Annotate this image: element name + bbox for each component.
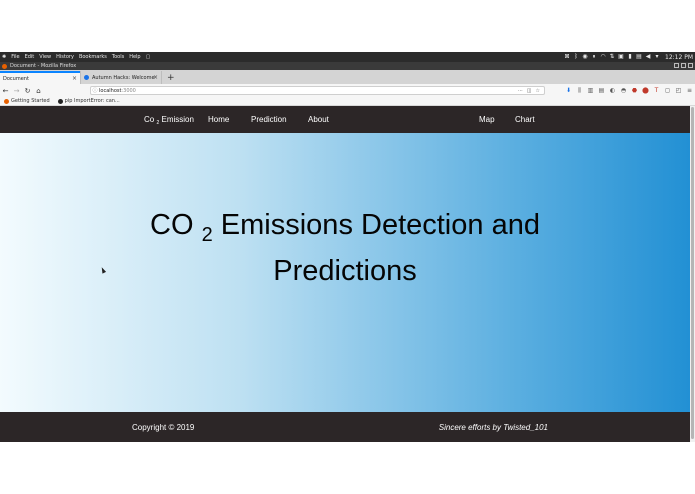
footer-copyright: Copyright © 2019 bbox=[132, 423, 195, 432]
github-icon bbox=[57, 98, 63, 104]
page-scrollbar[interactable] bbox=[690, 106, 695, 442]
firefox-icon bbox=[2, 63, 7, 69]
nav-prediction[interactable]: Prediction bbox=[251, 106, 287, 133]
menu-help[interactable]: Help bbox=[129, 54, 140, 60]
tab-strip: Document × Autumn Hacks: Welcome × + bbox=[0, 70, 695, 84]
close-icon[interactable]: × bbox=[153, 74, 158, 81]
brand-link[interactable]: Co 2 Emission bbox=[144, 106, 194, 133]
battery-icon[interactable]: ▮ bbox=[627, 54, 633, 60]
pocket-icon[interactable]: ◫ bbox=[527, 88, 532, 94]
bookmark-pip-error[interactable]: pip ImportError: can... bbox=[57, 98, 120, 104]
bookmarks-bar: Getting Started pip ImportError: can... bbox=[0, 97, 695, 106]
brand-prefix: Co bbox=[144, 115, 155, 124]
window-title: Document - Mozilla Firefox bbox=[10, 63, 77, 69]
close-icon[interactable]: × bbox=[72, 75, 77, 82]
back-icon[interactable]: ← bbox=[0, 87, 11, 95]
volume-icon[interactable]: ◀ bbox=[645, 54, 651, 60]
url-actions: ··· ◫ ☆ bbox=[514, 88, 540, 94]
bluetooth-icon[interactable]: ᛒ bbox=[573, 54, 579, 60]
globe-icon bbox=[84, 75, 89, 80]
menu-history[interactable]: History bbox=[56, 54, 74, 60]
sidebar-icon[interactable]: ▥ bbox=[587, 87, 594, 94]
nav-home[interactable]: Home bbox=[208, 106, 229, 133]
wifi-icon[interactable]: ◠ bbox=[600, 54, 606, 60]
reader-icon[interactable]: ▤ bbox=[598, 87, 605, 94]
toolbar-extensions: ⬇ ⫼ ▥ ▤ ◐ ◓ ⬣ ⬤ T ◻ ◰ ≡ bbox=[561, 87, 693, 94]
tab-label: Autumn Hacks: Welcome bbox=[92, 74, 155, 81]
more-actions-icon[interactable]: ··· bbox=[518, 88, 523, 94]
menu-edit[interactable]: Edit bbox=[25, 54, 35, 60]
screen-frame: ✺ File Edit View History Bookmarks Tools… bbox=[0, 52, 695, 442]
url-host: localhost bbox=[99, 87, 122, 94]
minimize-button[interactable] bbox=[674, 63, 679, 68]
url-bar[interactable]: ⓘ localhost:3000 ··· ◫ ☆ bbox=[90, 86, 545, 95]
record-icon[interactable]: ◉ bbox=[582, 54, 588, 60]
system-tray: ⊠ ᛒ ◉ ⏸ ◠ ⇅ ▣ ▮ ▤ ◀ ▾ 12:12 PM bbox=[561, 52, 693, 62]
menu-view[interactable]: View bbox=[39, 54, 51, 60]
text-icon[interactable]: T bbox=[653, 87, 660, 94]
pause-icon[interactable]: ⏸ bbox=[591, 54, 597, 60]
bookmark-label: Getting Started bbox=[11, 98, 50, 104]
window-titlebar: Document - Mozilla Firefox bbox=[0, 62, 695, 70]
nav-chart[interactable]: Chart bbox=[515, 106, 535, 133]
clipboard-icon[interactable]: ▤ bbox=[636, 54, 642, 60]
bookmark-label: pip ImportError: can... bbox=[64, 98, 120, 104]
lock-icon[interactable]: ▣ bbox=[618, 54, 624, 60]
extension-icon[interactable]: ◻ bbox=[664, 87, 671, 94]
tab-label: Document bbox=[3, 75, 29, 82]
hamburger-menu-icon[interactable]: ≡ bbox=[686, 87, 693, 94]
home-icon[interactable]: ⌂ bbox=[33, 87, 44, 95]
firefox-icon bbox=[4, 98, 9, 104]
app-menu: ✺ File Edit View History Bookmarks Tools… bbox=[0, 54, 155, 60]
site-footer: Copyright © 2019 Sincere efforts by Twis… bbox=[0, 412, 690, 442]
window-controls bbox=[672, 63, 693, 68]
stop-icon[interactable]: ⬤ bbox=[642, 87, 649, 94]
hero-line1-rest: Emissions Detection and bbox=[220, 209, 540, 241]
brand-suffix: Emission bbox=[161, 115, 194, 124]
hero-title-line1: CO 2 Emissions Detection and bbox=[0, 207, 690, 253]
footer-credit: Sincere efforts by Twisted_101 bbox=[438, 423, 548, 432]
menu-tools[interactable]: Tools bbox=[112, 54, 124, 60]
close-window-button[interactable] bbox=[688, 63, 693, 68]
menu-bookmarks[interactable]: Bookmarks bbox=[79, 54, 107, 60]
tab-document[interactable]: Document × bbox=[0, 71, 80, 84]
bookmark-star-icon[interactable]: ☆ bbox=[536, 88, 540, 94]
page-viewport: Co 2 Emission Home Prediction About Map … bbox=[0, 106, 690, 442]
extension-icon[interactable]: ◐ bbox=[609, 87, 616, 94]
hero-co: CO bbox=[150, 209, 194, 241]
site-navbar: Co 2 Emission Home Prediction About Map … bbox=[0, 106, 690, 133]
system-logo-icon[interactable]: ✺ bbox=[2, 54, 6, 60]
screenshot-icon[interactable]: ⊠ bbox=[564, 54, 570, 60]
adblock-icon[interactable]: ⬣ bbox=[631, 87, 638, 94]
hero-subscript: 2 bbox=[201, 224, 213, 246]
system-panel: ✺ File Edit View History Bookmarks Tools… bbox=[0, 52, 695, 62]
tab-autumn-hacks[interactable]: Autumn Hacks: Welcome × bbox=[80, 71, 162, 84]
bookmark-getting-started[interactable]: Getting Started bbox=[4, 98, 50, 104]
network-icon[interactable]: ⇅ bbox=[609, 54, 615, 60]
hero-title: CO 2 Emissions Detection and Predictions bbox=[0, 207, 690, 289]
scrollbar-thumb[interactable] bbox=[691, 107, 694, 439]
info-icon[interactable]: ⓘ bbox=[91, 87, 99, 94]
nav-about[interactable]: About bbox=[308, 106, 329, 133]
library-icon[interactable]: ⫼ bbox=[576, 87, 583, 94]
url-port: :3000 bbox=[121, 87, 136, 94]
dropdown-icon[interactable]: ▾ bbox=[654, 54, 660, 60]
window-icon[interactable]: ▢ bbox=[146, 54, 151, 60]
extension-icon[interactable]: ◓ bbox=[620, 87, 627, 94]
new-tab-button[interactable]: + bbox=[167, 73, 175, 84]
nav-map[interactable]: Map bbox=[479, 106, 495, 133]
brand-subscript: 2 bbox=[156, 120, 160, 126]
forward-icon[interactable]: → bbox=[11, 87, 22, 95]
clock[interactable]: 12:12 PM bbox=[665, 54, 693, 61]
screenshot-tool-icon[interactable]: ◰ bbox=[675, 87, 682, 94]
download-icon[interactable]: ⬇ bbox=[565, 87, 572, 94]
maximize-button[interactable] bbox=[681, 63, 686, 68]
navigation-toolbar: ← → ↻ ⌂ ⓘ localhost:3000 ··· ◫ ☆ ⬇ ⫼ ▥ ▤… bbox=[0, 84, 695, 97]
menu-file[interactable]: File bbox=[11, 54, 19, 60]
reload-icon[interactable]: ↻ bbox=[22, 87, 33, 95]
